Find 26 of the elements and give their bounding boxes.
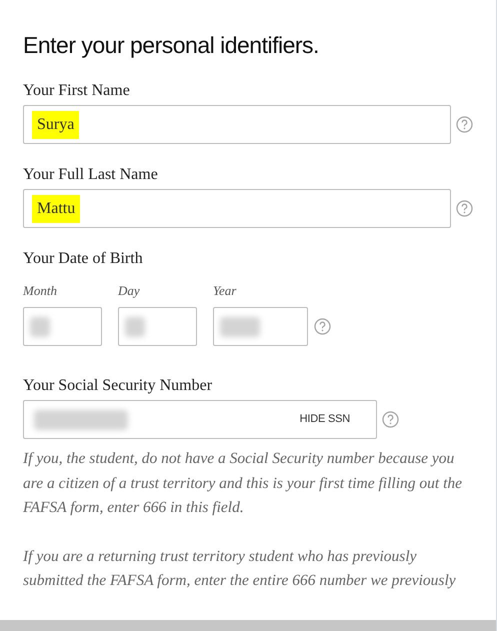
date-part-label: Year bbox=[213, 283, 238, 299]
input-value: Surya bbox=[32, 110, 80, 138]
blurred-value bbox=[30, 316, 50, 336]
text-input[interactable]: Mattu bbox=[23, 189, 451, 228]
date-input[interactable] bbox=[118, 307, 197, 346]
text-input[interactable]: Surya bbox=[23, 105, 451, 144]
date-part-label: Day bbox=[118, 283, 141, 299]
help-icon[interactable] bbox=[456, 116, 473, 133]
ssn-input[interactable]: HIDE SSN bbox=[23, 400, 377, 439]
date-input[interactable] bbox=[23, 307, 102, 346]
help-text: If you are a returning trust territory student who has previously submitted the FAFSA form, enter the entire 666 number we previously bbox=[23, 546, 457, 591]
help-icon[interactable] bbox=[314, 318, 331, 335]
date-input[interactable] bbox=[213, 307, 308, 346]
input-value: Mattu bbox=[32, 194, 80, 222]
blurred-value bbox=[125, 316, 145, 336]
field-label: Your Full Last Name bbox=[23, 165, 159, 185]
help-icon[interactable] bbox=[382, 411, 399, 428]
help-icon[interactable] bbox=[456, 200, 473, 217]
page-heading: Enter your personal identifiers. bbox=[23, 31, 320, 60]
blurred-value bbox=[220, 316, 260, 336]
field-label: Your Date of Birth bbox=[23, 249, 144, 269]
field-label: Your Social Security Number bbox=[23, 376, 214, 396]
field-label: Your First Name bbox=[23, 81, 131, 101]
help-text: If you, the student, do not have a Social Security number because you are a citizen of a trust territory and this is your first time filling out the FAFSA form, enter 666 in this field. bbox=[23, 449, 464, 518]
date-part-label: Month bbox=[23, 283, 58, 299]
hide-ssn-button[interactable]: HIDE SSN bbox=[300, 411, 350, 428]
